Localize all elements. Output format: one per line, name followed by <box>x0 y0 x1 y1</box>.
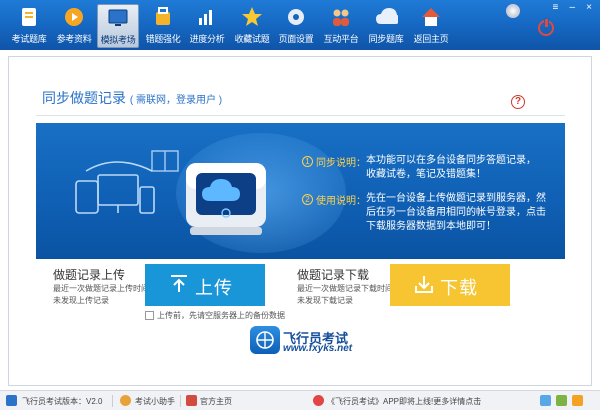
homepage-icon <box>186 395 197 406</box>
download-button[interactable]: 下载 <box>390 264 510 306</box>
server-base <box>190 227 262 235</box>
download-desc: 最近一次做题记录下载时间 未发现下载记录 <box>297 283 397 307</box>
app-icon <box>6 395 17 406</box>
close-icon[interactable]: × <box>582 2 596 13</box>
info-line: 先在一台设备上传做题记录到服务器，然 <box>366 193 546 204</box>
window-controls: ≡ – × <box>548 2 596 13</box>
brand-logo-url[interactable]: www.fxyks.net <box>283 343 352 354</box>
cloud-server-illustration <box>186 163 266 235</box>
toolbar-item-home[interactable]: 返回主页 <box>410 4 452 48</box>
toolbar-item-label: 互动平台 <box>323 34 359 44</box>
info-line: 收藏试卷，笔记及错题集！ <box>366 169 486 180</box>
tray-icon-3[interactable] <box>572 395 583 406</box>
toolbar-item-label: 错题强化 <box>145 34 181 44</box>
page-title-note: ( 需联网，登录用户 ) <box>129 95 223 106</box>
info-key-label: 使用说明： <box>316 196 366 207</box>
banner-illustration <box>75 150 266 235</box>
toolbar-item-progress-chart[interactable]: 进度分析 <box>186 4 228 48</box>
favorite-star-icon <box>242 7 262 26</box>
notice-link[interactable]: 《飞行员考试》APP即将上线!更多详情点击 <box>327 396 481 407</box>
sync-arrow-outline <box>85 161 153 172</box>
info-number-badge: 1 <box>302 156 313 167</box>
upload-button[interactable]: 上传 <box>145 264 265 306</box>
download-desc-line: 未发现下载记录 <box>297 296 353 305</box>
download-title: 做题记录下载 <box>297 268 370 282</box>
devices-illustration <box>75 161 155 214</box>
toolbar-item-label: 进度分析 <box>189 34 225 44</box>
toolbar-item-exam-library[interactable]: 考试题库 <box>8 4 50 48</box>
tray-icon-2[interactable] <box>556 395 567 406</box>
power-icon[interactable] <box>538 18 554 36</box>
settings-gear-icon <box>288 9 304 25</box>
upload-desc-line: 最近一次做题记录上传时间 <box>53 284 149 293</box>
reference-play-icon <box>65 8 83 26</box>
info-number-badge: 2 <box>302 194 313 205</box>
main-toolbar: 考试题库 参考资料 模拟考场 错题强化 进度分析 收藏试题 页面设置 互动平台 同步题库 返回主页… <box>0 0 600 50</box>
download-arrow-icon <box>415 276 433 293</box>
clear-backup-checkbox[interactable] <box>145 311 154 320</box>
home-icon <box>422 8 440 26</box>
upload-arrow-icon <box>171 275 187 292</box>
notice-icon <box>313 395 324 406</box>
toolbar-item-community-people[interactable]: 互动平台 <box>320 4 362 48</box>
toolbar-item-label: 同步题库 <box>368 34 404 44</box>
help-icon[interactable]: ? <box>511 95 525 109</box>
toolbar-item-favorite-star[interactable]: 收藏试题 <box>231 4 273 48</box>
homepage-link[interactable]: 官方主页 <box>200 396 232 407</box>
menu-icon[interactable]: ≡ <box>548 2 562 13</box>
page-title-text: 同步做题记录 <box>42 90 126 106</box>
info-key-label: 同步说明： <box>316 158 366 169</box>
phone-outline <box>139 186 155 214</box>
toolbar-item-settings-gear[interactable]: 页面设置 <box>275 4 317 48</box>
toolbar-item-label: 页面设置 <box>278 34 314 44</box>
brand-logo-icon <box>250 326 280 354</box>
toolbar-item-label: 返回主页 <box>413 34 449 44</box>
toolbar-item-label: 模拟考场 <box>100 35 136 45</box>
toolbar-item-label: 收藏试题 <box>234 34 270 44</box>
status-divider <box>180 395 181 407</box>
minimize-icon[interactable]: – <box>565 2 579 13</box>
toolbar-item-label: 参考资料 <box>56 34 92 44</box>
upload-desc: 最近一次做题记录上传时间 未发现上传记录 <box>53 283 153 307</box>
toolbar-item-label: 考试题库 <box>11 34 47 44</box>
mock-exam-monitor-icon <box>108 9 128 26</box>
clear-backup-label: 上传前，先请空服务器上的备份数据 <box>157 311 285 320</box>
status-divider <box>112 395 113 407</box>
community-people-icon <box>333 9 349 26</box>
info-line: 下载服务器数据到本地即可！ <box>366 221 496 232</box>
download-button-label: 下载 <box>440 278 478 298</box>
exam-library-icon <box>22 8 36 26</box>
monitor-outline <box>97 174 139 206</box>
assistant-icon <box>120 395 131 406</box>
wrong-questions-bag-icon <box>156 7 170 25</box>
upload-desc-line: 未发现上传记录 <box>53 296 109 305</box>
upload-title: 做题记录上传 <box>53 268 126 282</box>
toolbar-item-sync-cloud[interactable]: 同步题库 <box>365 4 407 48</box>
sync-cloud-icon <box>376 8 398 24</box>
download-desc-line: 最近一次做题记录下载时间 <box>297 284 393 293</box>
tray-icon-1[interactable] <box>540 395 551 406</box>
assistant-link[interactable]: 考试小助手 <box>135 396 175 407</box>
info-line: 后在另一台设备用相同的帐号登录，点击 <box>366 207 546 218</box>
toolbar-item-mock-exam-monitor[interactable]: 模拟考场 <box>97 4 139 48</box>
sync-banner: 1 同步说明： 本功能可以在多台设备同步答题记录， 收藏试卷，笔记及错题集！ 2 使用说明… <box>36 123 565 259</box>
info-line: 本功能可以在多台设备同步答题记录， <box>366 155 536 166</box>
toolbar-item-reference-play[interactable]: 参考资料 <box>53 4 95 48</box>
user-avatar-icon[interactable] <box>506 4 520 18</box>
version-text: 飞行员考试版本：V2.0 <box>22 397 103 406</box>
progress-chart-icon <box>199 10 212 25</box>
tablet-outline <box>75 180 99 214</box>
upload-button-label: 上传 <box>195 278 233 298</box>
toolbar-item-wrong-questions-bag[interactable]: 错题强化 <box>142 4 184 48</box>
title-divider <box>36 115 565 116</box>
page-title: 同步做题记录 ( 需联网，登录用户 ) <box>42 88 222 108</box>
status-bar: 飞行员考试版本：V2.0 考试小助手 官方主页 《飞行员考试》APP即将上线!更… <box>0 390 600 410</box>
gift-box-illustration <box>151 150 179 172</box>
